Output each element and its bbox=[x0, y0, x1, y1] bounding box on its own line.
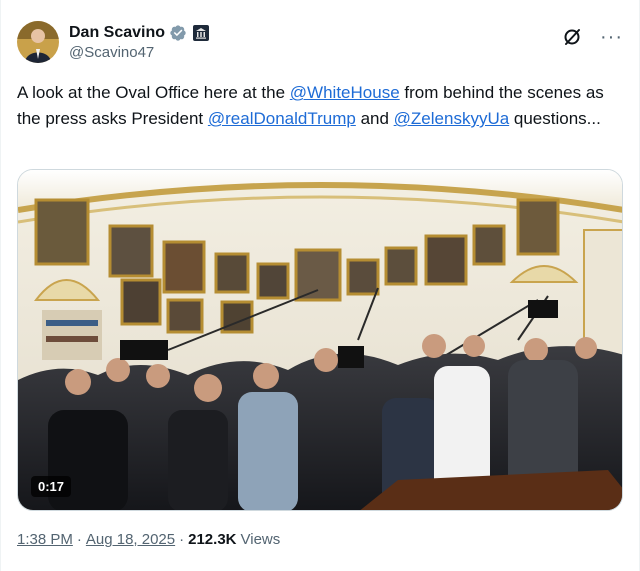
video-duration-badge: 0:17 bbox=[31, 476, 72, 497]
tweet-text: A look at the Oval Office here at the @W… bbox=[17, 80, 607, 132]
video-frame-image bbox=[18, 170, 622, 510]
grok-icon[interactable] bbox=[562, 27, 582, 47]
tweet-text-part: and bbox=[355, 109, 394, 128]
avatar[interactable] bbox=[17, 21, 59, 63]
tweet-text-part: A look at the Oval Office here at the bbox=[17, 83, 290, 102]
author-handle[interactable]: @Scavino47 bbox=[69, 44, 209, 61]
government-affiliation-icon[interactable] bbox=[193, 24, 210, 41]
meta-separator: · bbox=[179, 531, 185, 548]
more-options-icon[interactable]: ··· bbox=[600, 27, 623, 47]
verified-badge-icon[interactable] bbox=[169, 24, 187, 42]
author-display-name[interactable]: Dan Scavino bbox=[69, 24, 165, 42]
tweet-text-part: questions... bbox=[509, 109, 601, 128]
header-actions: ··· bbox=[562, 27, 623, 47]
views-label: Views bbox=[240, 531, 281, 548]
tweet-card: Dan Scavino @Scavino47 ··· A look at the… bbox=[0, 0, 640, 571]
mention-realdonaldtrump-link[interactable]: @realDonaldTrump bbox=[208, 109, 356, 128]
author-names: Dan Scavino @Scavino47 bbox=[69, 24, 210, 61]
mention-zelenskyyua-link[interactable]: @ZelenskyyUa bbox=[394, 109, 510, 128]
mention-whitehouse-link[interactable]: @WhiteHouse bbox=[290, 83, 400, 102]
tweet-date-link[interactable]: Aug 18, 2025 bbox=[86, 531, 175, 548]
video-player[interactable] bbox=[17, 169, 623, 511]
meta-separator: · bbox=[76, 531, 82, 548]
tweet-meta: 1:38 PM · Aug 18, 2025 · 212.3K Views bbox=[17, 531, 280, 548]
views-count: 212.3K bbox=[188, 531, 237, 548]
tweet-header: Dan Scavino @Scavino47 ··· bbox=[17, 18, 623, 66]
tweet-time-link[interactable]: 1:38 PM bbox=[17, 531, 73, 548]
